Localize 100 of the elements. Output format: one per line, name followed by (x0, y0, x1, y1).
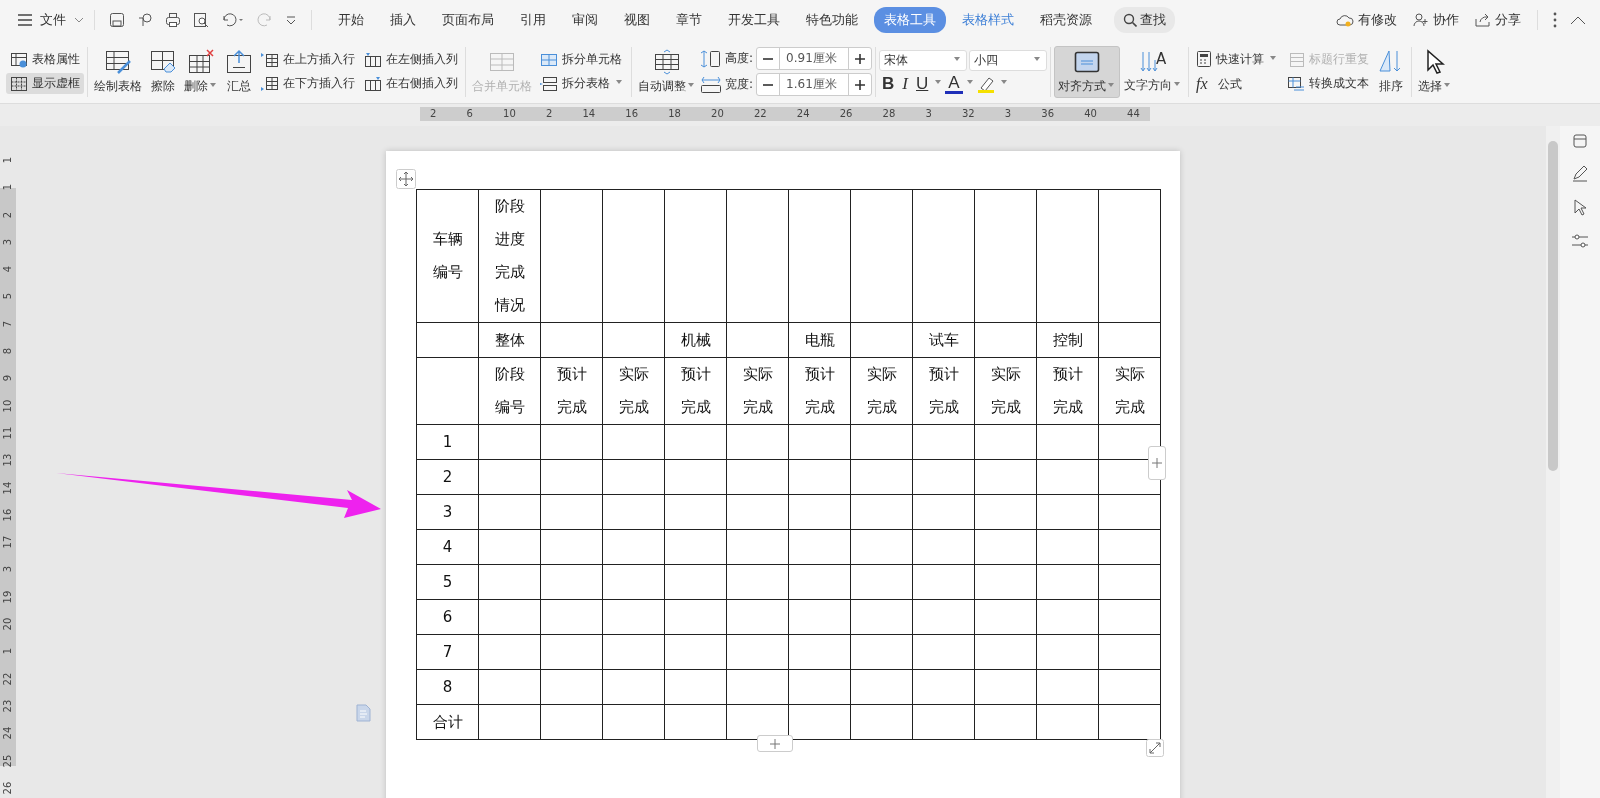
table-delete-icon (187, 48, 215, 75)
insert-column-icon (364, 51, 382, 68)
upload-tray-icon (225, 48, 253, 75)
select-button[interactable]: 选择 (1415, 46, 1456, 97)
format-painter-icon[interactable] (137, 12, 153, 28)
scrollbar[interactable] (1546, 126, 1560, 798)
bold-button[interactable]: B (879, 73, 898, 94)
print-icon[interactable] (165, 12, 181, 28)
ruler-number: 2 (430, 107, 437, 121)
grid-icon (10, 75, 28, 92)
undo-icon[interactable] (221, 12, 245, 28)
ruler-number: 16 (625, 107, 639, 121)
ruler-number: 2 (2, 210, 14, 220)
italic-button[interactable]: I (899, 73, 911, 94)
ribbon-tab[interactable]: 章节 (666, 7, 712, 33)
search-icon (1123, 13, 1137, 27)
underline-button[interactable]: U (913, 73, 932, 94)
caret-icon (74, 17, 84, 23)
table-cell-text: 实际完成 (866, 364, 897, 418)
insert-column-right-button[interactable]: 在右侧插入列 (360, 73, 462, 94)
font-color-button[interactable]: A (945, 73, 963, 94)
width-spinner[interactable]: 1.61厘米 (756, 73, 873, 96)
ribbon-tab[interactable]: 表格样式 (952, 7, 1024, 33)
more-icon[interactable] (1552, 12, 1558, 28)
table-cell-text: 电瓶 (804, 329, 835, 351)
auto-fit-button[interactable]: 自动调整 (635, 46, 699, 97)
quick-calc-button[interactable]: 快速计算 (1192, 48, 1283, 70)
table-resize-icon (653, 48, 681, 75)
ruler-number: 5 (2, 292, 14, 302)
height-spinner[interactable]: 0.91厘米 (756, 47, 873, 70)
height-label: 高度: (725, 50, 754, 67)
ribbon-tab[interactable]: 页面布局 (432, 7, 504, 33)
sort-button[interactable]: 排序 (1374, 46, 1409, 97)
ribbon-tab[interactable]: 开始 (328, 7, 374, 33)
ruler-number: 36 (1041, 107, 1055, 121)
table-cell-text: 实际完成 (1114, 364, 1145, 418)
table-cell-text: 8 (441, 676, 454, 698)
ribbon-tab[interactable]: 视图 (614, 7, 660, 33)
table-cell-text: 整体 (494, 329, 525, 351)
ruler-number: 26 (2, 780, 14, 796)
summary-button[interactable]: 汇总 (222, 46, 256, 97)
ruler-number: 10 (2, 398, 14, 414)
insert-row-above-button[interactable]: 在上方插入行 (257, 49, 359, 70)
table-cell-text: 5 (441, 571, 454, 593)
pencil-icon[interactable] (1571, 164, 1589, 182)
file-menu[interactable]: 文件 (16, 7, 86, 33)
collapse-icon[interactable] (1570, 15, 1586, 25)
toolbar-action[interactable]: 分享 (1475, 11, 1521, 29)
draw-table-button[interactable]: 绘制表格 (91, 46, 145, 97)
ruler-number: 10 (503, 107, 516, 121)
save-icon[interactable] (109, 12, 125, 28)
ribbon-tab[interactable]: 开发工具 (718, 7, 790, 33)
move-handle-icon[interactable] (396, 169, 416, 189)
table-properties-button[interactable]: 表格属性 (6, 49, 84, 70)
insert-column-left-button[interactable]: 在左侧插入列 (360, 49, 462, 70)
table-cell-text: 7 (441, 641, 454, 663)
ruler-number: 19 (2, 589, 14, 605)
ruler-number: 1 (2, 183, 14, 193)
ribbon-tab[interactable]: 特色功能 (796, 7, 868, 33)
table-cell-text: 4 (441, 536, 454, 558)
table-cell-text: 控制 (1052, 329, 1083, 351)
print-preview-icon[interactable] (193, 12, 209, 28)
ruler-number: 3 (925, 107, 932, 121)
split-table-button[interactable]: 拆分表格 (536, 73, 628, 94)
table-cell-text: 3 (441, 501, 454, 523)
align-button[interactable]: 对齐方式 (1054, 45, 1121, 98)
pointer-icon[interactable] (1571, 198, 1589, 216)
toolbar-action[interactable]: 有修改 (1336, 11, 1397, 29)
delete-button[interactable]: 删除 (181, 46, 221, 97)
ribbon-tab[interactable]: 引用 (510, 7, 556, 33)
ruler-number: 20 (711, 107, 724, 121)
table-cell-text: 1 (441, 431, 454, 453)
show-gridlines-button[interactable]: 显示虚框 (6, 73, 84, 94)
search-button[interactable]: 查找 (1114, 7, 1175, 33)
split-cells-button[interactable]: 拆分单元格 (536, 49, 628, 70)
table-cell-text: 预计完成 (1052, 364, 1083, 418)
resize-handle-icon[interactable] (1146, 739, 1164, 757)
ruler-number: 9 (2, 374, 14, 384)
ribbon-tab[interactable]: 插入 (380, 7, 426, 33)
ruler-number: 4 (2, 265, 14, 275)
toolbar-action[interactable]: 协作 (1413, 11, 1459, 29)
add-user-icon (1413, 13, 1429, 27)
table-pencil-icon (104, 48, 132, 75)
ribbon-tab[interactable]: 稻壳资源 (1030, 7, 1102, 33)
insert-row-icon (261, 51, 279, 68)
table-cell-text: 预计完成 (556, 364, 587, 418)
ruler-number: 14 (582, 107, 596, 121)
insert-row-below-button[interactable]: 在下方插入行 (257, 73, 359, 94)
formula-button[interactable]: fx 公式 (1192, 73, 1283, 95)
table-cell-text: 实际完成 (618, 364, 649, 418)
sliders-icon[interactable] (1571, 232, 1589, 250)
font-size-dropdown[interactable]: 小四 (969, 49, 1048, 71)
text-direction-button[interactable]: A 文字方向 (1121, 47, 1186, 96)
ruler-number: 24 (796, 107, 810, 121)
ribbon-tab[interactable]: 审阅 (562, 7, 608, 33)
font-dropdown[interactable]: 宋体 (879, 49, 968, 71)
erase-button[interactable]: 擦除 (146, 46, 180, 97)
panel-icon[interactable] (1573, 134, 1587, 148)
convert-to-text-button[interactable]: 转换成文本 (1283, 73, 1374, 94)
eraser-icon (149, 48, 177, 75)
